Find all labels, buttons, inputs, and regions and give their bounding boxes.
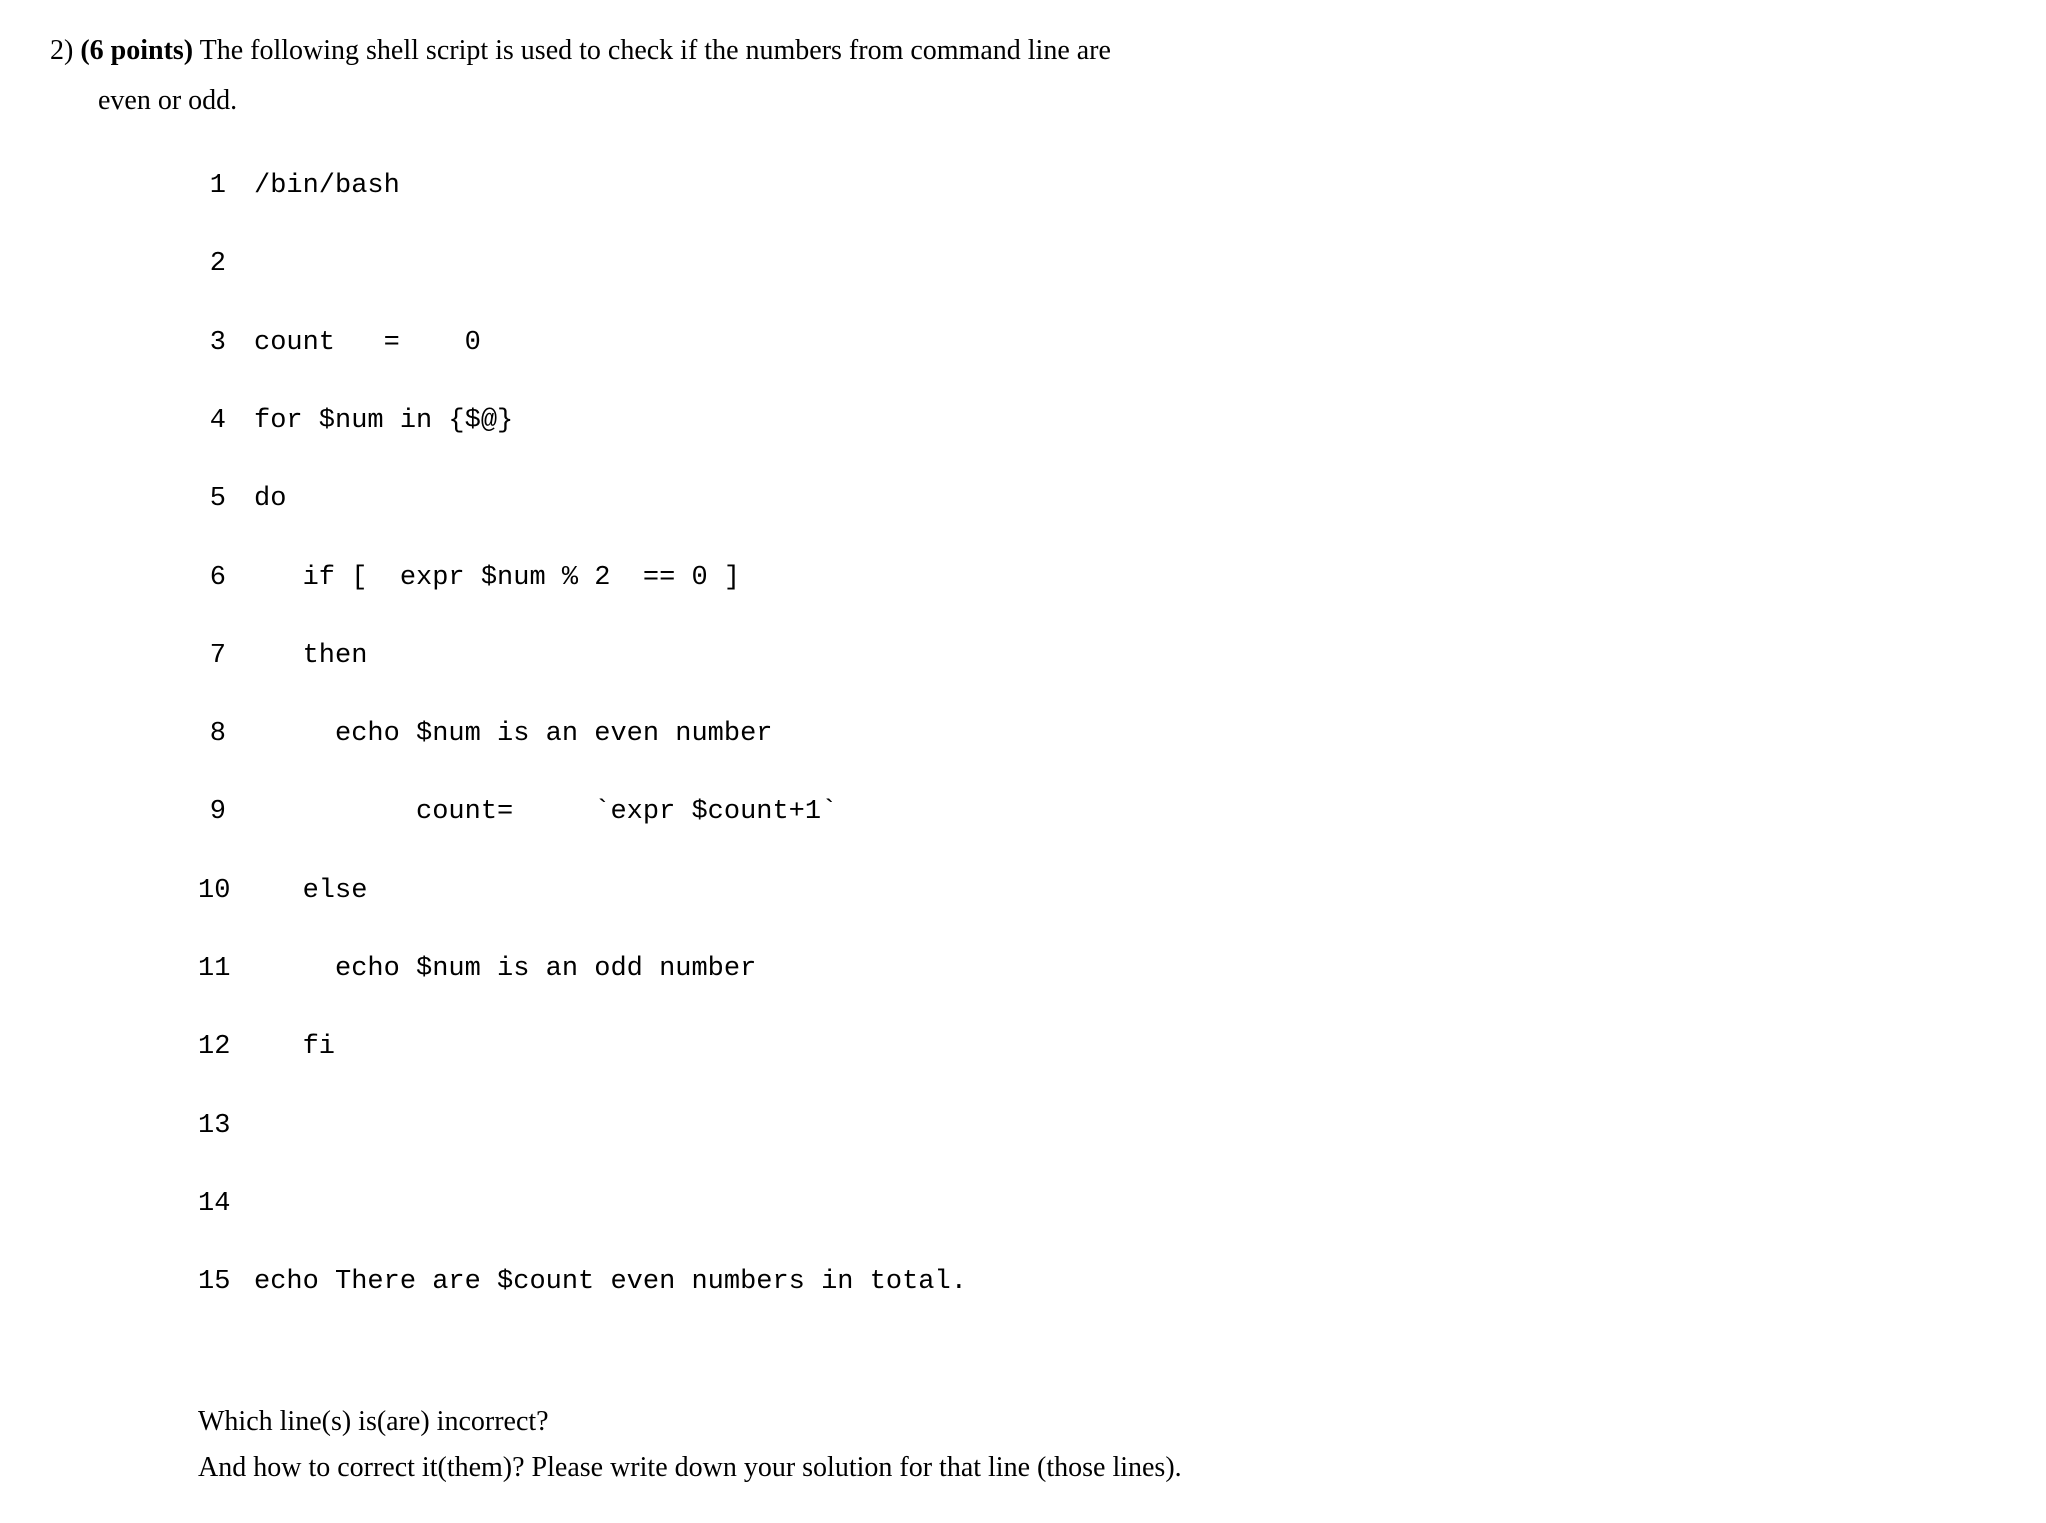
line-content: if [ expr $num % 2 == 0 ]: [254, 559, 740, 598]
code-line: 2: [198, 245, 1996, 284]
code-line: 7 then: [198, 637, 1996, 676]
line-content: fi: [254, 1028, 335, 1067]
code-line: 1/bin/bash: [198, 167, 1996, 206]
line-number: 4: [198, 402, 254, 441]
question-points: (6 points): [80, 35, 193, 66]
line-content: /bin/bash: [254, 167, 400, 206]
line-number: 14: [198, 1185, 254, 1224]
code-line: 11 echo $num is an odd number: [198, 950, 1996, 989]
code-line: 9 count= `expr $count+1`: [198, 793, 1996, 832]
code-line: 6 if [ expr $num % 2 == 0 ]: [198, 559, 1996, 598]
code-line: 12 fi: [198, 1028, 1996, 1067]
line-number: 12: [198, 1028, 254, 1067]
footer-prompt-1: Which line(s) is(are) incorrect?: [198, 1401, 1996, 1443]
line-number: 15: [198, 1263, 254, 1302]
question-text-line1: The following shell script is used to ch…: [193, 35, 1111, 66]
line-number: 7: [198, 637, 254, 676]
line-number: 2: [198, 245, 254, 284]
line-number: 8: [198, 715, 254, 754]
question-number: 2): [50, 35, 73, 66]
line-number: 3: [198, 324, 254, 363]
line-content: do: [254, 480, 286, 519]
line-content: count= `expr $count+1`: [254, 793, 837, 832]
code-line: 14: [198, 1185, 1996, 1224]
line-number: 13: [198, 1107, 254, 1146]
code-block: 1/bin/bash 2 3count = 0 4for $num in {$@…: [198, 128, 1996, 1341]
line-content: for $num in {$@}: [254, 402, 513, 441]
code-line: 3count = 0: [198, 324, 1996, 363]
line-content: count = 0: [254, 324, 481, 363]
question-prompts: Which line(s) is(are) incorrect? And how…: [198, 1401, 1996, 1489]
code-line: 4for $num in {$@}: [198, 402, 1996, 441]
line-number: 6: [198, 559, 254, 598]
line-number: 9: [198, 793, 254, 832]
line-number: 11: [198, 950, 254, 989]
question-header: 2) (6 points) The following shell script…: [50, 30, 1996, 72]
code-line: 10 else: [198, 872, 1996, 911]
line-content: else: [254, 872, 367, 911]
code-line: 8 echo $num is an even number: [198, 715, 1996, 754]
footer-prompt-2: And how to correct it(them)? Please writ…: [198, 1447, 1996, 1489]
line-content: echo $num is an even number: [254, 715, 772, 754]
line-number: 10: [198, 872, 254, 911]
line-number: 5: [198, 480, 254, 519]
code-line: 13: [198, 1107, 1996, 1146]
code-line: 5do: [198, 480, 1996, 519]
line-content: then: [254, 637, 367, 676]
line-number: 1: [198, 167, 254, 206]
line-content: echo $num is an odd number: [254, 950, 756, 989]
code-line: 15echo There are $count even numbers in …: [198, 1263, 1996, 1302]
question-text-line2: even or odd.: [98, 80, 1996, 122]
line-content: echo There are $count even numbers in to…: [254, 1263, 967, 1302]
